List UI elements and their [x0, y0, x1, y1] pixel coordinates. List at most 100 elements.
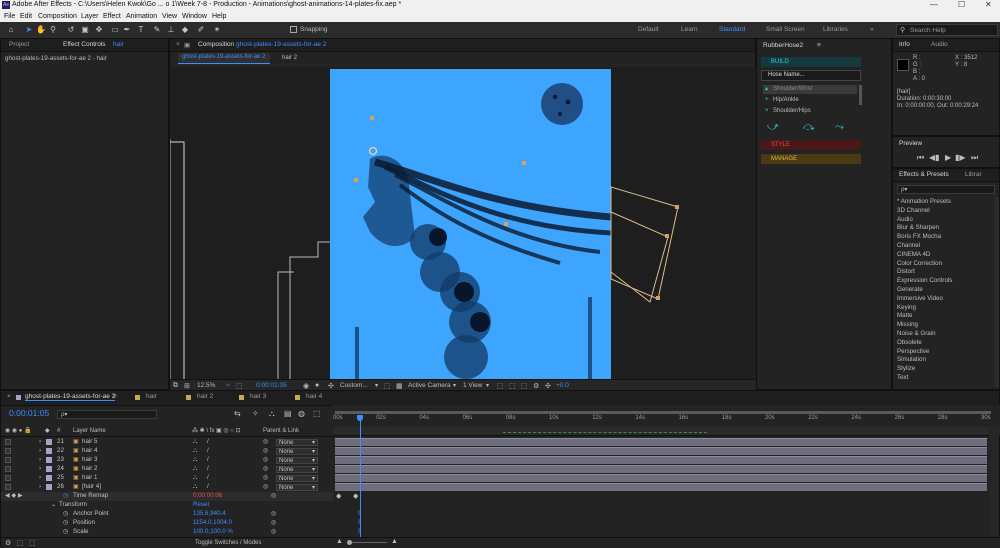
label-color-swatch[interactable]: [46, 475, 52, 481]
transform-property-row[interactable]: ◷ Position 1154.0,1004.0 ◎: [1, 519, 333, 528]
timeline-vertical-scrollbar[interactable]: [989, 427, 999, 537]
property-value[interactable]: 1154.0,1004.0: [193, 519, 232, 528]
view-dropdown-icon[interactable]: ▾: [486, 382, 489, 389]
zoom-slider[interactable]: [347, 542, 387, 543]
play-icon[interactable]: ▶: [945, 153, 951, 162]
fast-preview-icon[interactable]: ⬚: [509, 382, 516, 390]
layer-duration-bar[interactable]: [335, 456, 987, 464]
options-scrollbar[interactable]: [859, 85, 862, 105]
keyframe-marker-icon[interactable]: I: [358, 510, 360, 517]
effect-category-item[interactable]: Perspective: [897, 348, 929, 355]
rectangle-tool-icon[interactable]: ▭: [110, 25, 120, 35]
label-color-swatch[interactable]: [46, 466, 52, 472]
effect-category-item[interactable]: Simulation: [897, 356, 926, 363]
shy-icon[interactable]: ⛬: [269, 409, 275, 419]
zoom-out-icon[interactable]: ▲: [336, 538, 343, 545]
layer-duration-bar[interactable]: [335, 438, 987, 446]
manage-button[interactable]: MANAGE: [761, 154, 861, 164]
current-time-display[interactable]: 0:00:01:05: [9, 408, 49, 418]
search-help-box[interactable]: ⚲ Search Help: [896, 24, 998, 36]
menu-edit[interactable]: Edit: [20, 13, 32, 20]
workspace-libraries[interactable]: Libraries: [823, 26, 848, 33]
layer-row[interactable]: › 26 ▣ [hair 4] ⛬ / ◎ None ▾: [1, 483, 333, 492]
tab-info[interactable]: Info: [899, 41, 910, 48]
last-frame-icon[interactable]: ⏭: [971, 153, 978, 163]
menu-effect[interactable]: Effect: [103, 13, 121, 20]
hose-icon-2[interactable]: ⤼: [803, 121, 815, 134]
pickwhip-icon[interactable]: ◎: [263, 465, 268, 474]
roto-brush-tool-icon[interactable]: ✐: [196, 25, 206, 35]
label-color-swatch[interactable]: [46, 484, 52, 490]
snapping-checkbox[interactable]: [290, 26, 297, 33]
label-color-swatch[interactable]: [46, 448, 52, 454]
frame-blending-icon[interactable]: ▤: [284, 409, 292, 418]
layer-search-input[interactable]: ρ▾: [57, 410, 157, 419]
keyframe-marker-icon[interactable]: I: [358, 519, 360, 526]
property-value[interactable]: 135.6,940.4: [193, 510, 226, 519]
layer-row[interactable]: › 21 ▣ hair 5 ⛬ / ◎ None ▾: [1, 438, 333, 447]
col-layer-name[interactable]: Layer Name: [73, 427, 106, 436]
draft-3d-icon[interactable]: ✧: [252, 409, 259, 418]
playhead-line[interactable]: [360, 417, 361, 537]
menu-help[interactable]: Help: [212, 13, 226, 20]
timeline-ruler-area[interactable]: 00s 02s 04s 06s 08s 10s 12s 14s 16s 18s 20s 22s 24s 2…: [333, 405, 1000, 427]
pickwhip-icon[interactable]: ◎: [263, 474, 268, 483]
visibility-toggle[interactable]: [5, 457, 11, 463]
layer-name[interactable]: hair 5: [82, 438, 97, 447]
shy-switch-icon[interactable]: ⛬: [193, 474, 197, 483]
option-hip-ankle[interactable]: + Hip/Ankle: [763, 96, 857, 105]
graph-icon[interactable]: ◎: [271, 528, 276, 537]
region-icon[interactable]: ⬚: [236, 382, 243, 390]
workspace-small-screen[interactable]: Small Screen: [766, 26, 805, 33]
effect-category-item[interactable]: * Animation Presets: [897, 198, 951, 205]
visibility-toggle[interactable]: [5, 439, 11, 445]
effect-category-item[interactable]: Distort: [897, 268, 915, 275]
effect-category-item[interactable]: CINEMA 4D: [897, 251, 930, 258]
tab-effects-presets[interactable]: Effects & Presets: [899, 171, 949, 178]
shy-switch-icon[interactable]: ⛬: [193, 438, 197, 447]
switches-icon[interactable]: ⁂ ✱ \ fx ▣ ◎ ○ ⊡: [192, 427, 241, 436]
always-preview-icon[interactable]: ⧉: [173, 382, 178, 390]
close-button[interactable]: ✕: [985, 0, 992, 9]
motion-blur-icon[interactable]: ◍: [298, 409, 305, 418]
twirl-icon[interactable]: ›: [39, 483, 41, 492]
transform-handle[interactable]: [504, 222, 508, 226]
menu-composition[interactable]: Composition: [38, 13, 77, 20]
effect-category-item[interactable]: Audio: [897, 216, 913, 223]
puppet-tool-icon[interactable]: ✶: [212, 25, 222, 35]
label-icon[interactable]: ◆: [45, 427, 50, 436]
workspace-standard[interactable]: Standard: [719, 26, 745, 33]
transform-property-row[interactable]: ◷ Anchor Point 135.6,940.4 ◎: [1, 510, 333, 519]
effect-category-item[interactable]: Color Correction: [897, 260, 942, 267]
home-icon[interactable]: ⌂: [6, 25, 16, 35]
view-layout-select[interactable]: 1 View: [463, 382, 482, 389]
tab-libraries[interactable]: Librar: [965, 171, 982, 178]
visibility-toggle[interactable]: [5, 484, 11, 490]
visibility-toggle[interactable]: [5, 448, 11, 454]
menu-icon[interactable]: ≡: [113, 393, 117, 400]
quality-switch-icon[interactable]: /: [207, 483, 209, 492]
effect-category-item[interactable]: Noise & Grain: [897, 330, 936, 337]
pen-tool-icon[interactable]: ✒: [122, 25, 132, 35]
selection-tool-icon[interactable]: ➤: [24, 25, 34, 35]
graph-icon[interactable]: ◎: [271, 492, 276, 501]
stopwatch-icon[interactable]: ◷: [63, 519, 68, 528]
effect-category-item[interactable]: Immersive Video: [897, 295, 943, 302]
effects-search-input[interactable]: ρ▾: [897, 185, 995, 194]
toggle-switches-modes[interactable]: Toggle Switches / Modes: [195, 540, 261, 546]
close-icon[interactable]: ×: [7, 393, 11, 400]
transform-handle[interactable]: [370, 116, 374, 120]
stopwatch-icon[interactable]: ◷: [63, 510, 68, 519]
tab-effect-controls[interactable]: Effect Controls: [63, 41, 106, 48]
effect-category-item[interactable]: Stylize: [897, 365, 915, 372]
time-remap-row[interactable]: ◀ ◆ ▶ ◷ Time Remap 0:00:00:06 ◎: [1, 492, 333, 501]
option-shoulder-hips[interactable]: × Shoulder/Hips: [763, 107, 857, 116]
hose-name-input[interactable]: Hose Name...: [761, 70, 861, 81]
color-icon[interactable]: ✣: [328, 382, 334, 390]
stopwatch-icon[interactable]: ◷: [63, 528, 68, 537]
shy-switch-icon[interactable]: ⛬: [193, 447, 197, 456]
timeline-tab-hair-3[interactable]: hair 3: [250, 393, 266, 400]
reset-link[interactable]: Reset: [193, 501, 209, 510]
workspace-learn[interactable]: Learn: [681, 26, 698, 33]
work-area-bar[interactable]: [335, 411, 991, 414]
